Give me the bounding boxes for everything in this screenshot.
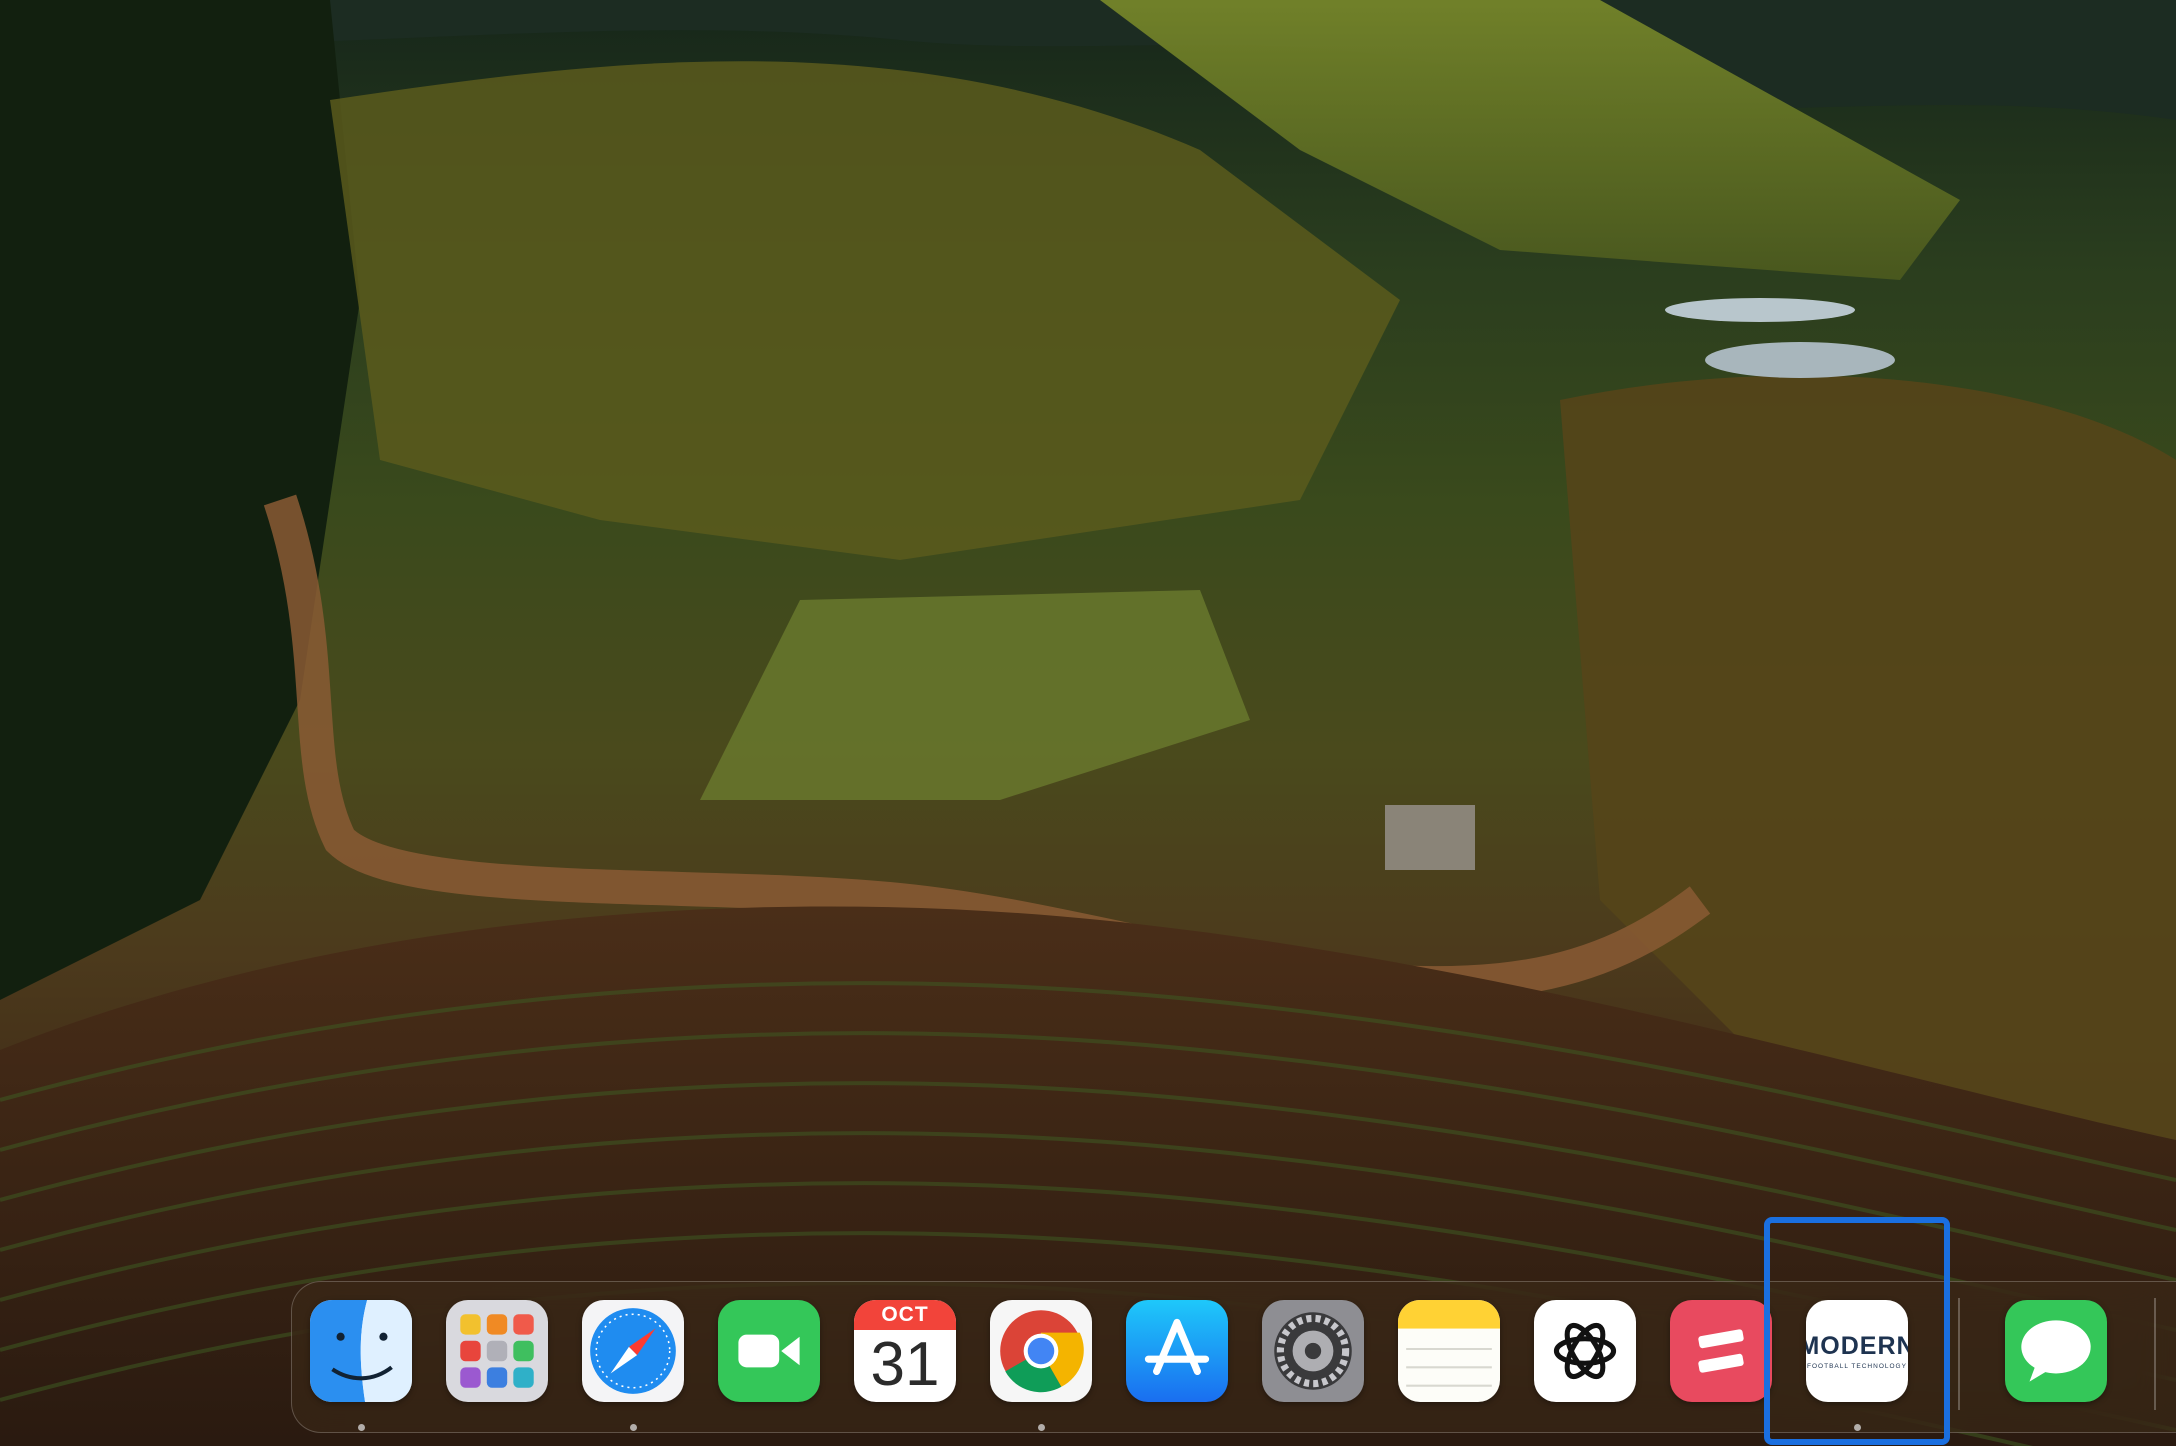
calendar-month: OCT — [854, 1300, 956, 1330]
modern-logo-subtext: FOOTBALL TECHNOLOGY — [1807, 1363, 1907, 1370]
chrome-icon[interactable] — [990, 1300, 1092, 1402]
facetime-icon[interactable] — [718, 1300, 820, 1402]
desktop-wallpaper — [0, 0, 2176, 1446]
finder-icon[interactable] — [310, 1300, 412, 1402]
running-indicator — [630, 1424, 637, 1431]
app-store-icon[interactable] — [1126, 1300, 1228, 1402]
running-indicator — [358, 1424, 365, 1431]
running-indicator — [1854, 1424, 1861, 1431]
chatgpt-icon[interactable] — [1534, 1300, 1636, 1402]
calendar-icon[interactable]: OCT 31 — [854, 1300, 956, 1402]
running-indicator — [1038, 1424, 1045, 1431]
dock-separator — [2154, 1298, 2156, 1410]
toggl-icon[interactable] — [1670, 1300, 1772, 1402]
safari-icon[interactable] — [582, 1300, 684, 1402]
messages-icon[interactable] — [2005, 1300, 2107, 1402]
dock-separator — [1958, 1298, 1960, 1410]
modern-logo-text: MODERN — [1806, 1332, 1908, 1360]
launchpad-icon[interactable] — [446, 1300, 548, 1402]
modern-app-icon[interactable]: MODERN FOOTBALL TECHNOLOGY — [1806, 1300, 1908, 1402]
notes-icon[interactable] — [1398, 1300, 1500, 1402]
calendar-day: 31 — [870, 1330, 940, 1399]
settings-gear-icon[interactable] — [1262, 1300, 1364, 1402]
